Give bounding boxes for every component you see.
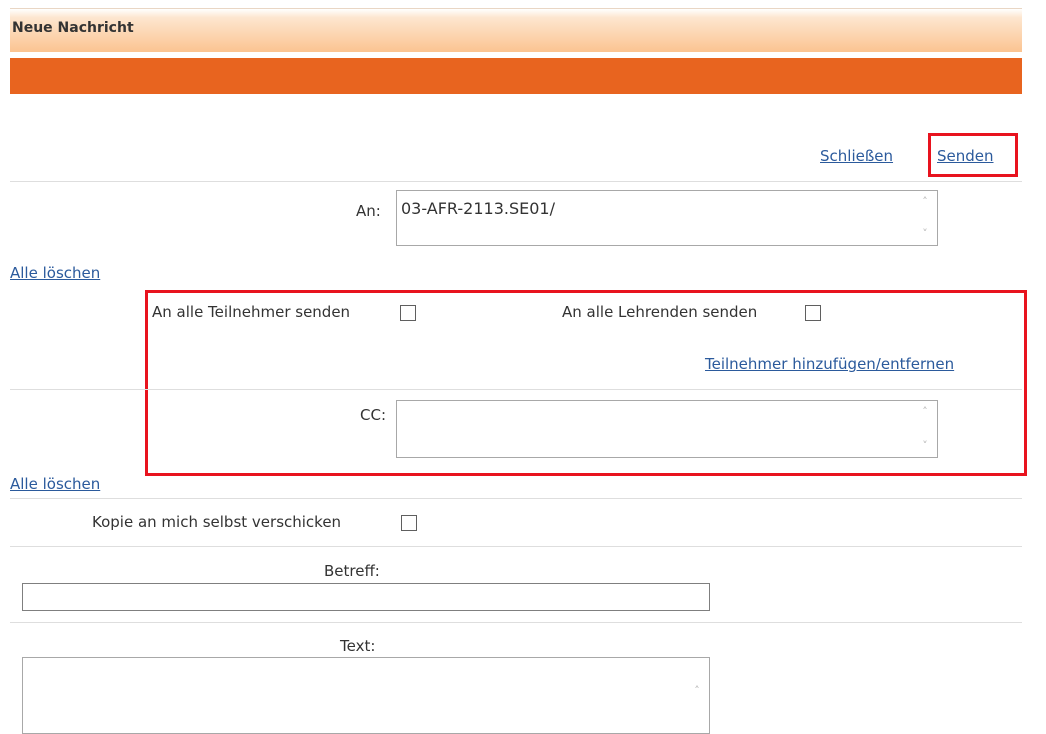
chevron-down-icon[interactable]: ˅	[919, 228, 931, 239]
all-teachers-checkbox[interactable]	[805, 305, 821, 321]
cc-field[interactable]: ˄ ˅	[396, 400, 938, 458]
message-text-area[interactable]: ˄	[22, 657, 710, 734]
close-link[interactable]: Schließen	[820, 147, 893, 165]
to-field-value: 03-AFR-2113.SE01/	[401, 199, 555, 218]
subject-input[interactable]	[22, 583, 710, 611]
all-teachers-label: An alle Lehrenden senden	[562, 303, 758, 321]
to-label: An:	[356, 202, 381, 220]
divider	[10, 546, 1022, 547]
divider	[10, 181, 1022, 182]
chevron-up-icon[interactable]: ˄	[919, 196, 931, 207]
clear-all-cc-link[interactable]: Alle löschen	[10, 475, 100, 493]
copy-to-self-checkbox[interactable]	[401, 515, 417, 531]
to-field[interactable]: 03-AFR-2113.SE01/ ˄ ˅	[396, 190, 938, 246]
divider	[10, 498, 1022, 499]
header-accent-bar	[10, 58, 1022, 94]
page-title: Neue Nachricht	[12, 20, 134, 36]
send-highlight-frame	[928, 133, 1018, 177]
divider	[10, 389, 1022, 390]
chevron-down-icon[interactable]: ˅	[919, 440, 931, 451]
cc-label: CC:	[360, 406, 387, 424]
clear-all-to-link[interactable]: Alle löschen	[10, 264, 100, 282]
copy-to-self-label: Kopie an mich selbst verschicken	[92, 513, 342, 531]
chevron-up-icon[interactable]: ˄	[919, 406, 931, 417]
add-remove-participants-link[interactable]: Teilnehmer hinzufügen/entfernen	[705, 355, 954, 373]
chevron-up-icon[interactable]: ˄	[691, 685, 703, 696]
subject-label: Betreff:	[324, 562, 380, 580]
header-bar	[10, 8, 1022, 52]
all-participants-label: An alle Teilnehmer senden	[152, 303, 351, 321]
divider	[10, 622, 1022, 623]
all-participants-checkbox[interactable]	[400, 305, 416, 321]
text-label: Text:	[340, 637, 376, 655]
